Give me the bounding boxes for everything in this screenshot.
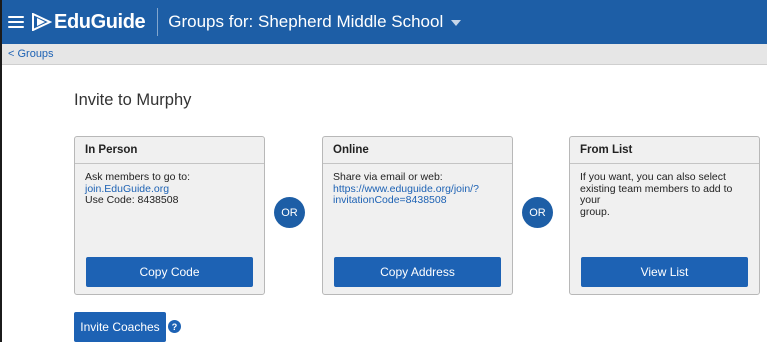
- online-card: Online Share via email or web: https://w…: [322, 136, 513, 295]
- group-selector-label: Groups for: Shepherd Middle School: [168, 12, 444, 31]
- use-code-text: Use Code: 8438508: [85, 194, 179, 206]
- top-navigation-bar: EduGuide Groups for: Shepherd Middle Sch…: [2, 0, 767, 44]
- invitation-url-line2[interactable]: invitationCode=8438508: [333, 194, 502, 207]
- logo-text: EduGuide: [54, 10, 146, 33]
- copy-code-button[interactable]: Copy Code: [86, 257, 253, 287]
- breadcrumb: < Groups: [2, 44, 767, 65]
- page-title: Invite to Murphy: [74, 91, 192, 109]
- menu-icon[interactable]: [8, 16, 24, 28]
- view-list-button[interactable]: View List: [581, 257, 748, 287]
- from-list-card-body: If you want, you can also select existin…: [570, 164, 759, 218]
- header-divider: [157, 8, 159, 36]
- online-card-title: Online: [323, 137, 512, 164]
- back-to-groups-link[interactable]: < Groups: [8, 48, 54, 60]
- from-list-card-title: From List: [570, 137, 759, 164]
- eduguide-logo[interactable]: EduGuide: [32, 0, 146, 44]
- chevron-down-icon: [451, 20, 462, 26]
- in-person-card: In Person Ask members to go to: join.Edu…: [74, 136, 265, 295]
- eduguide-logo-icon: [32, 13, 52, 31]
- or-badge-1: OR: [274, 197, 305, 228]
- copy-address-button[interactable]: Copy Address: [334, 257, 501, 287]
- in-person-instruction: Ask members to go to:: [85, 171, 191, 183]
- invite-coaches-button[interactable]: Invite Coaches: [74, 312, 166, 342]
- from-list-text-line3: group.: [580, 205, 610, 218]
- in-person-card-body: Ask members to go to: join.EduGuide.org …: [75, 164, 264, 207]
- or-badge-2: OR: [522, 197, 553, 228]
- from-list-text-line2: existing team members to add to your: [580, 182, 733, 206]
- from-list-card: From List If you want, you can also sele…: [569, 136, 760, 295]
- online-instruction: Share via email or web:: [333, 171, 443, 183]
- help-icon[interactable]: ?: [168, 320, 181, 333]
- in-person-card-title: In Person: [75, 137, 264, 164]
- online-card-body: Share via email or web: https://www.edug…: [323, 164, 512, 207]
- group-selector[interactable]: Groups for: Shepherd Middle School: [168, 12, 462, 32]
- from-list-text-line1: If you want, you can also select: [580, 171, 726, 183]
